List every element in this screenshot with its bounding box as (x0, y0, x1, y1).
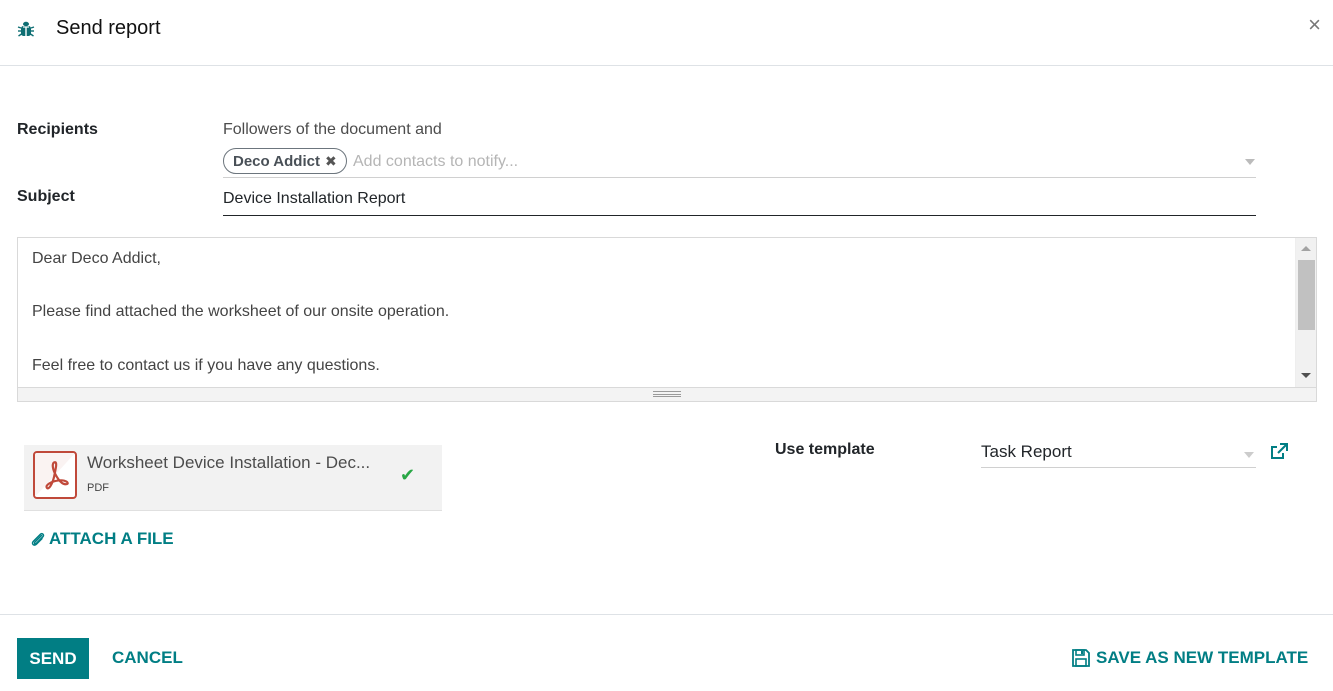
attachment-name: Worksheet Device Installation - Dec... (87, 453, 371, 472)
attachment-type: PDF (87, 482, 109, 494)
recipients-label: Recipients (17, 121, 98, 138)
external-link-icon[interactable] (1269, 442, 1289, 462)
body-paragraph: Dear Deco Addict, (32, 250, 161, 267)
floppy-disk-icon (1072, 649, 1090, 667)
editor-resize-handle[interactable] (18, 387, 1316, 401)
subject-field (223, 184, 1256, 216)
attachment-card[interactable]: Worksheet Device Installation - Dec... P… (24, 445, 442, 511)
attach-file-button[interactable]: ATTACH A FILE (30, 529, 174, 549)
followers-text: Followers of the document and (223, 121, 442, 138)
scroll-up-arrow-icon[interactable] (1301, 246, 1311, 251)
body-paragraph (32, 326, 1274, 353)
send-report-dialog: Send report × Recipients Followers of th… (0, 0, 1333, 691)
save-as-new-template-label: SAVE AS NEW TEMPLATE (1096, 648, 1309, 667)
scrollbar-thumb[interactable] (1298, 260, 1315, 330)
cancel-button[interactable]: CANCEL (112, 648, 183, 668)
use-template-label: Use template (775, 441, 875, 458)
recipient-tag-label: Deco Addict (233, 153, 320, 170)
editor-scrollbar[interactable] (1295, 238, 1316, 388)
body-editor[interactable]: Dear Deco Addict, Please find attached t… (17, 237, 1317, 402)
check-icon: ✔ (400, 465, 416, 485)
dialog-header: Send report × (0, 0, 1333, 66)
template-value: Task Report (981, 442, 1072, 461)
dialog-title: Send report (56, 17, 161, 39)
recipient-tag: Deco Addict ✖ (223, 148, 347, 174)
recipients-dropdown-icon[interactable] (1245, 159, 1255, 165)
remove-tag-icon[interactable]: ✖ (325, 153, 337, 169)
recipients-field[interactable]: Deco Addict ✖ (223, 146, 1256, 178)
send-button[interactable]: SEND (17, 638, 89, 679)
bug-icon (17, 21, 35, 37)
recipients-input[interactable] (353, 150, 1233, 174)
scroll-down-arrow-icon[interactable] (1301, 373, 1311, 378)
pdf-file-icon (33, 451, 77, 499)
save-as-new-template-button[interactable]: SAVE AS NEW TEMPLATE (1071, 648, 1308, 668)
dialog-footer: SEND CANCEL SAVE AS NEW TEMPLATE (0, 614, 1333, 691)
resize-grip-icon (653, 391, 681, 397)
paperclip-icon (31, 532, 45, 546)
body-paragraph (32, 273, 1274, 300)
body-editor-content[interactable]: Dear Deco Addict, Please find attached t… (18, 238, 1288, 388)
body-paragraph: Please find attached the worksheet of ou… (32, 303, 450, 321)
subject-input[interactable] (223, 184, 1256, 214)
close-icon[interactable]: × (1308, 14, 1321, 36)
template-select[interactable]: Task Report (981, 438, 1256, 468)
template-dropdown-icon[interactable] (1244, 452, 1254, 458)
subject-label: Subject (17, 188, 75, 205)
body-paragraph: Feel free to contact us if you have any … (32, 356, 380, 374)
attach-file-label: ATTACH A FILE (49, 529, 174, 548)
